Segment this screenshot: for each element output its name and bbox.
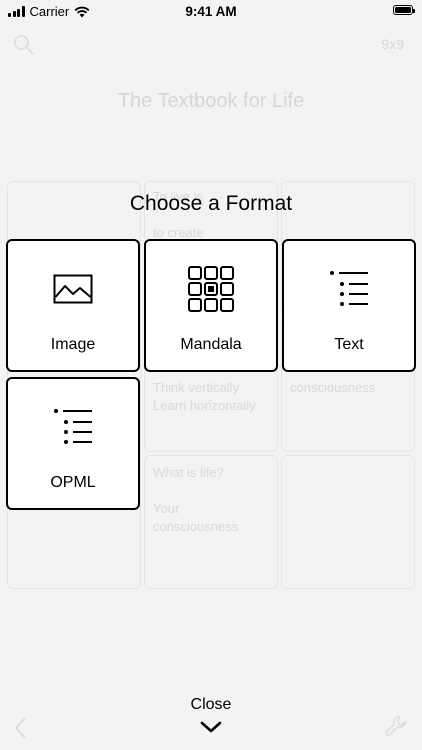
bg-cell-line: Think vertically [153, 380, 239, 395]
list-icon [284, 265, 414, 313]
format-label: Image [50, 336, 96, 353]
format-text-button[interactable]: Text [282, 239, 416, 372]
modal-title: Choose a Format [129, 192, 293, 215]
close-button[interactable]: Close [0, 696, 422, 714]
bg-cell-line: Learn horizontally [153, 398, 256, 413]
bg-cell-line: Your [153, 501, 180, 516]
grid-size-button: 9x9 [381, 36, 404, 52]
bg-cell-bottom-center: What is life? Your consciousness [144, 455, 278, 589]
bg-cell-line: consciousness [153, 519, 239, 534]
format-label: Mandala [180, 336, 242, 353]
chevron-down-icon[interactable] [199, 720, 223, 734]
background-title: The Textbook for Life [117, 90, 305, 112]
format-mandala-button[interactable]: Mandala [144, 239, 278, 372]
format-label: OPML [50, 474, 96, 491]
list-icon [8, 403, 138, 451]
bg-cell-bottom-right [281, 455, 415, 589]
format-label: Text [334, 336, 364, 353]
format-opml-button[interactable]: OPML [6, 377, 140, 510]
bg-cell-line: consciousness [290, 380, 376, 395]
background-content: 9x9 The Textbook for Life To live is to … [0, 0, 422, 750]
back-chevron-icon [14, 717, 26, 739]
format-image-button[interactable]: Image [6, 239, 140, 372]
wrench-icon [385, 715, 406, 736]
mandala-grid-icon [146, 265, 276, 313]
bg-cell-line: What is life? [153, 465, 224, 480]
search-icon [14, 35, 34, 55]
image-icon [8, 265, 138, 313]
